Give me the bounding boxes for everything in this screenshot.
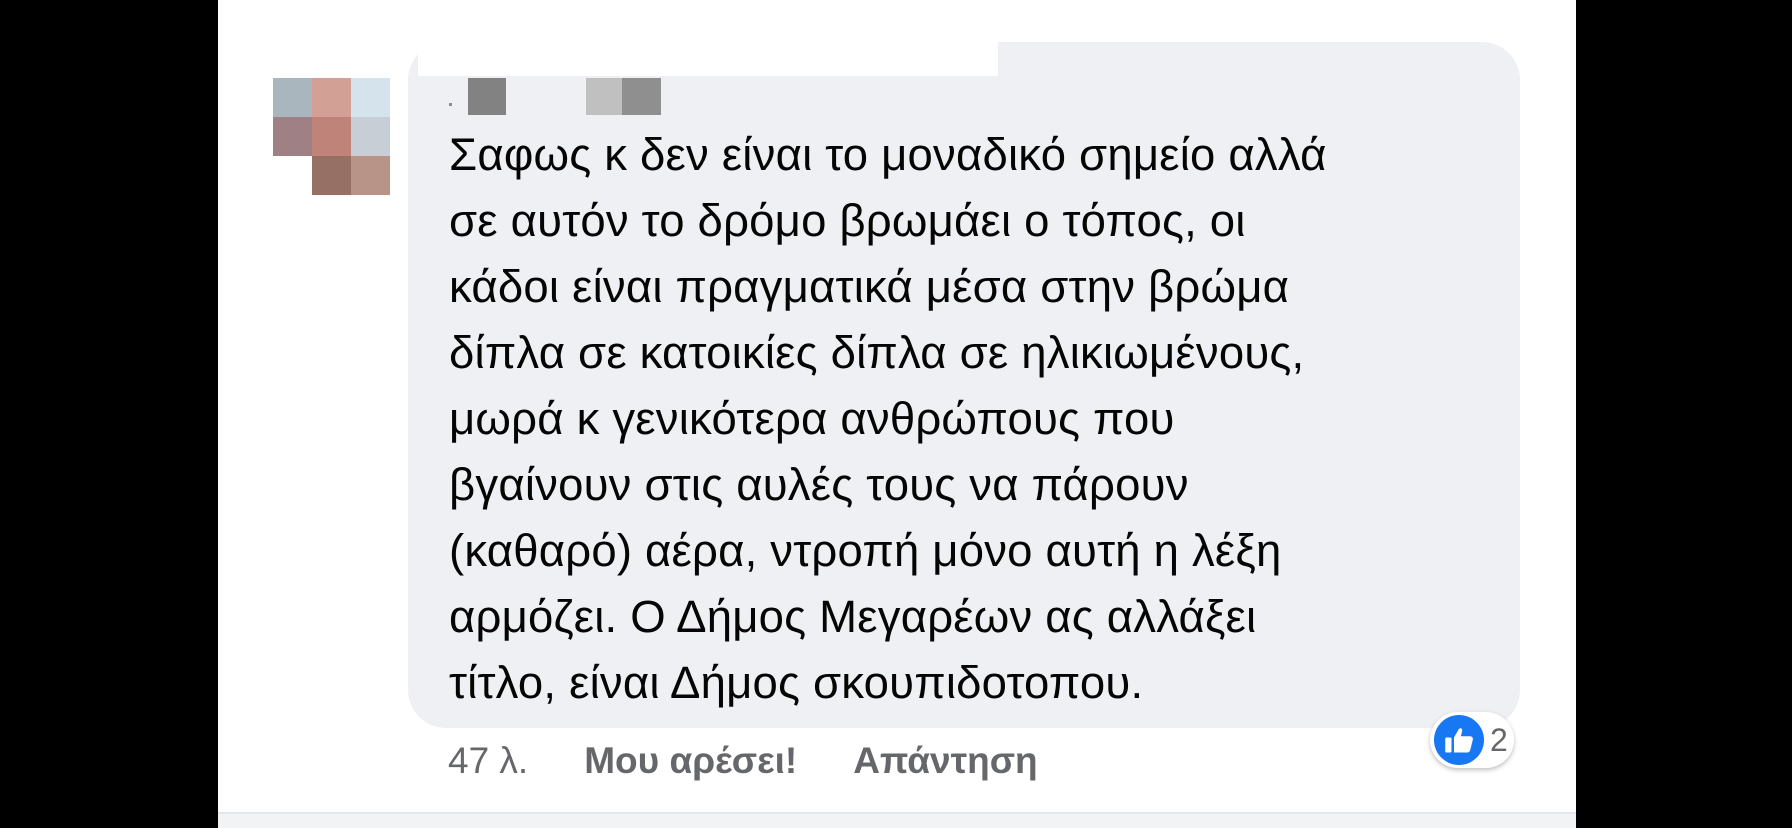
reaction-count: 2: [1490, 721, 1508, 758]
author-name-blur[interactable]: [622, 78, 661, 115]
comment-actions: 47 λ. Μου αρέσει! Απάντηση: [448, 736, 1038, 786]
thumbs-up-icon: [1434, 715, 1484, 765]
author-name-redacted: [418, 40, 998, 76]
reaction-summary[interactable]: 2: [1430, 712, 1514, 768]
author-name-blur[interactable]: [468, 78, 506, 115]
comment-divider: [218, 812, 1576, 828]
right-black-bar: [1576, 0, 1792, 828]
like-button[interactable]: Μου αρέσει!: [584, 740, 797, 782]
author-name-blur[interactable]: [586, 78, 622, 115]
comment-page: Σαφως κ δεν είναι το μοναδικό σημείο αλλ…: [218, 0, 1576, 828]
author-name-dot: [449, 103, 452, 106]
avatar[interactable]: [273, 78, 390, 195]
comment-text: Σαφως κ δεν είναι το μοναδικό σημείο αλλ…: [449, 129, 1327, 708]
timestamp[interactable]: 47 λ.: [448, 740, 528, 782]
left-black-bar: [0, 0, 218, 828]
reply-button[interactable]: Απάντηση: [853, 740, 1037, 782]
